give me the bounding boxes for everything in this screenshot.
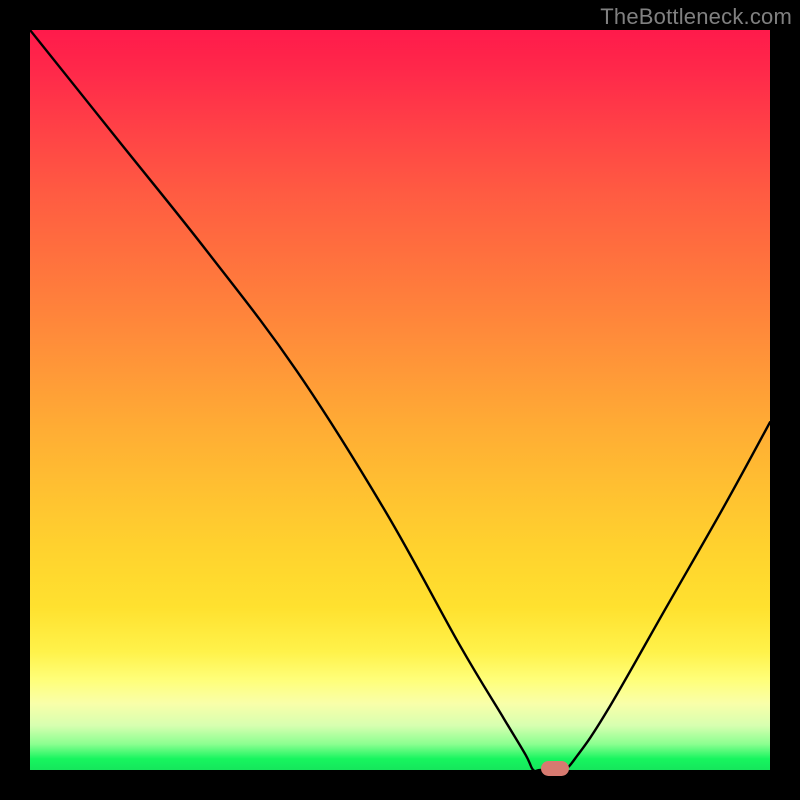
optimal-marker [541, 761, 569, 776]
chart-frame: TheBottleneck.com [0, 0, 800, 800]
plot-area [30, 30, 770, 770]
watermark-text: TheBottleneck.com [600, 4, 792, 30]
bottleneck-curve [30, 30, 770, 770]
